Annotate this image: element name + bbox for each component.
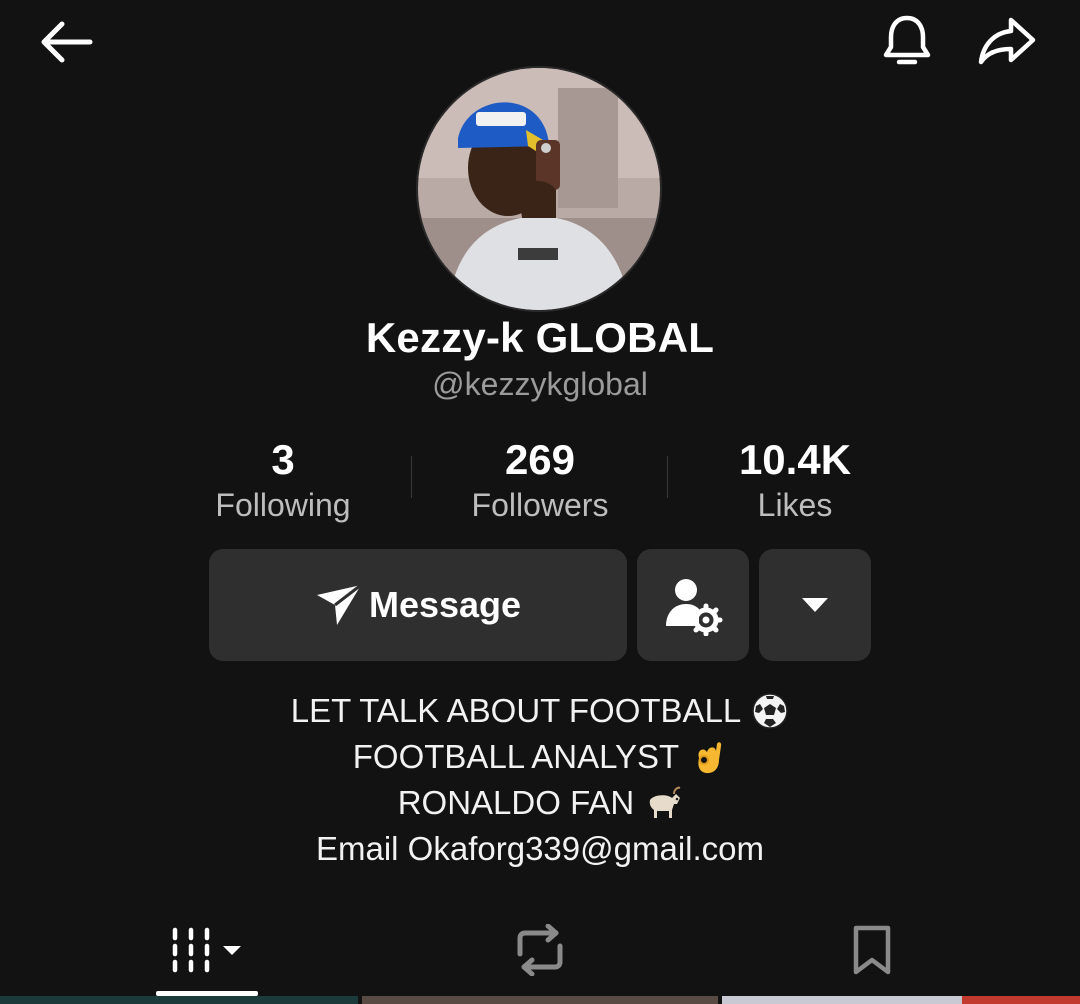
bio-line: Email Okaforg339@gmail.com — [0, 826, 1080, 872]
likes-label: Likes — [757, 487, 833, 523]
followers-label: Followers — [471, 487, 609, 523]
likes-stat[interactable]: 10.4K Likes — [675, 436, 915, 526]
send-icon — [316, 583, 362, 625]
bio-text: FOOTBALL ANALYST — [352, 738, 680, 775]
following-label: Following — [215, 487, 351, 523]
share-icon — [978, 17, 1036, 65]
repost-icon — [517, 924, 563, 976]
following-stat[interactable]: 3 Following — [163, 436, 403, 526]
video-grid — [0, 996, 1080, 1004]
bio-text: RONALDO FAN — [397, 784, 635, 821]
stat-divider — [411, 456, 412, 498]
followers-count: 269 — [504, 436, 576, 483]
tab-videos[interactable] — [156, 908, 258, 992]
share-button[interactable] — [972, 10, 1042, 72]
bio-line: FOOTBALL ANALYST — [0, 734, 1080, 780]
display-name: Kezzy-k GLOBAL — [365, 314, 715, 361]
bio-line: LET TALK ABOUT FOOTBALL — [0, 688, 1080, 734]
followers-stat[interactable]: 269 Followers — [420, 436, 660, 526]
add-friend-button[interactable] — [637, 549, 749, 661]
back-button[interactable] — [30, 12, 102, 72]
video-thumbnail[interactable] — [362, 996, 718, 1004]
goat-icon — [650, 786, 681, 818]
message-button[interactable]: Message — [209, 549, 627, 661]
grid-icon — [172, 927, 241, 973]
video-thumbnail[interactable] — [0, 996, 358, 1004]
stat-divider — [667, 456, 668, 498]
profile-photo — [418, 68, 660, 310]
video-thumbnail[interactable] — [722, 996, 962, 1004]
back-arrow-icon — [41, 21, 93, 63]
notifications-button[interactable] — [874, 10, 940, 72]
avatar[interactable] — [416, 66, 662, 312]
message-label: Message — [368, 584, 522, 625]
caret-down-icon — [802, 598, 828, 612]
ok-hand-icon — [698, 742, 722, 774]
video-thumbnail[interactable] — [962, 996, 1080, 1004]
bio: LET TALK ABOUT FOOTBALL FOOTBALL ANALYST… — [0, 688, 1080, 872]
bookmark-icon — [853, 925, 891, 975]
user-settings-icon — [666, 579, 723, 636]
likes-count: 10.4K — [738, 436, 852, 483]
following-count: 3 — [271, 436, 295, 483]
soccer-ball-icon — [752, 693, 789, 729]
bell-icon — [883, 15, 931, 65]
username: @kezzykglobal — [432, 366, 648, 402]
bio-text: LET TALK ABOUT FOOTBALL — [290, 692, 742, 729]
more-options-button[interactable] — [759, 549, 871, 661]
tab-reposts[interactable] — [486, 908, 594, 992]
tab-saved[interactable] — [820, 908, 924, 992]
bio-email[interactable]: Email Okaforg339@gmail.com — [316, 826, 764, 872]
bio-line: RONALDO FAN — [0, 780, 1080, 826]
